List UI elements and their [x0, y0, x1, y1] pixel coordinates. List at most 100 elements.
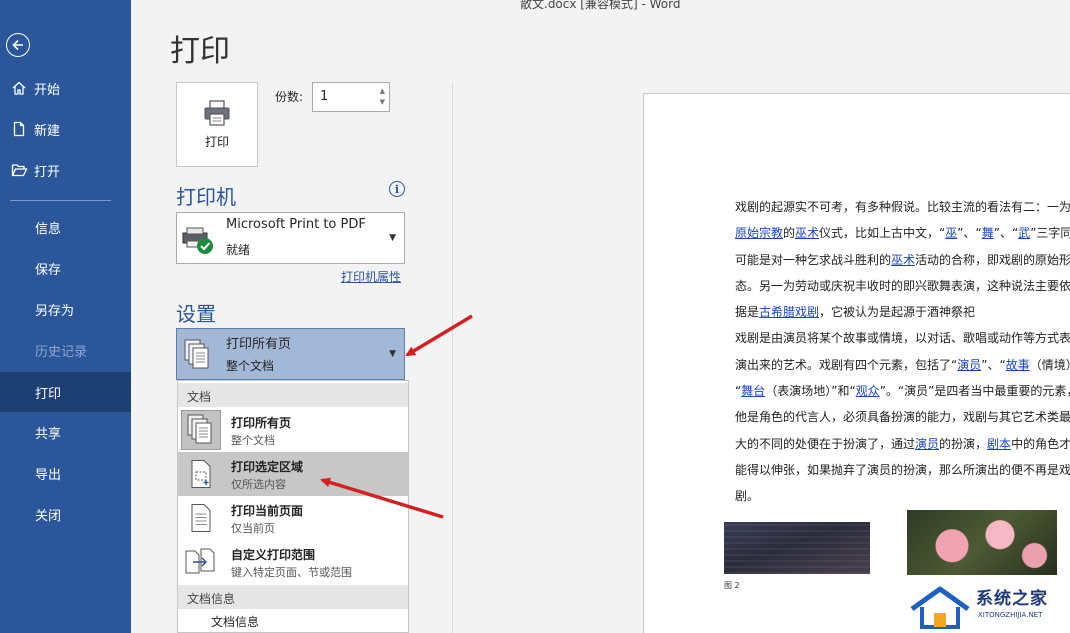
printer-properties-link[interactable]: 打印机属性 [341, 268, 401, 285]
menu-item-print-all[interactable]: 打印所有页 整个文档 [178, 408, 408, 452]
chevron-down-icon: ▼ [389, 349, 396, 359]
spin-up-icon[interactable]: ▲ [380, 86, 385, 97]
print-range-title: 打印所有页 [226, 337, 292, 352]
preview-text-run: （表演场地）”和“ [765, 384, 856, 399]
settings-section-title: 设置 [176, 302, 216, 326]
menu-header-document: 文档 [178, 383, 408, 407]
nav-history-label: 历史记录 [35, 344, 88, 360]
preview-hyperlink[interactable]: 观众 [856, 384, 880, 398]
menu-item-title: 打印当前页面 [231, 504, 304, 518]
preview-text-run: 中的角色才 [1011, 436, 1070, 451]
preview-hyperlink[interactable]: 武 [1018, 226, 1030, 240]
nav-close[interactable]: 关闭 [0, 494, 131, 534]
custom-range-icon [181, 542, 221, 582]
page-title: 打印 [170, 34, 230, 69]
watermark-text: 系统之家 [976, 589, 1048, 609]
preview-line: 他是角色的代言人，必须具备扮演的能力，戏剧与其它艺术类最 [735, 404, 1070, 430]
nav-info-label: 信息 [35, 221, 62, 237]
nav-save-as[interactable]: 另存为 [0, 289, 131, 329]
preview-line: 戏剧是由演员将某个故事或情境，以对话、歌唱或动作等方式表 [735, 325, 1070, 351]
nav-new-label: 新建 [34, 123, 61, 139]
nav-share-label: 共享 [35, 426, 62, 442]
preview-text-run: 戏剧是由演员将某个故事或情境，以对话、歌唱或动作等方式表 [735, 331, 1070, 346]
preview-text-run: ”、“ [981, 357, 1006, 372]
printer-ready-icon [182, 227, 213, 254]
copies-spinner[interactable]: ▲ ▼ [380, 86, 385, 108]
menu-item-print-selection[interactable]: 打印选定区域 仅所选内容 [178, 452, 408, 496]
preview-hyperlink[interactable]: 舞 [982, 226, 994, 240]
preview-hyperlink[interactable]: 巫术 [795, 226, 819, 240]
preview-line: 据是古希腊戏剧，它被认为是起源于酒神祭祀 [735, 299, 1070, 325]
nav-print[interactable]: 打印 [0, 372, 131, 412]
preview-hyperlink[interactable]: 原始宗教 [735, 226, 783, 240]
watermark-subtext: XITONGZHIJIA.NET [978, 611, 1043, 619]
preview-text-run: 仪式，比如上古中文，“ [819, 226, 946, 241]
menu-item-document-info[interactable]: 文档信息 [211, 613, 259, 630]
preview-line: “舞台（表演场地）”和“观众”。“演员”是四者当中最重要的元素， [735, 378, 1070, 404]
print-button[interactable]: 打印 [176, 82, 258, 167]
print-range-subtitle: 整个文档 [226, 359, 275, 373]
selection-page-icon [181, 454, 221, 494]
window-title: 散文.docx [兼容模式] - Word [520, 0, 681, 11]
preview-text-run: ”、“ [957, 226, 982, 241]
menu-item-subtitle: 仅当前页 [231, 522, 275, 535]
preview-hyperlink[interactable]: 巫术 [891, 253, 915, 267]
preview-text-run: 据是 [735, 305, 760, 320]
preview-line: 戏剧的起源实不可考，有多种假说。比较主流的看法有二：一为 [735, 194, 1070, 220]
preview-line: 大的不同的处便在于扮演了，通过演员的扮演，剧本中的角色才 [735, 431, 1070, 457]
nav-share[interactable]: 共享 [0, 412, 131, 452]
preview-line: 态。另一为劳动或庆祝丰收时的即兴歌舞表演，这种说法主要依 [735, 273, 1070, 299]
preview-hyperlink[interactable]: 古希腊戏剧 [759, 305, 819, 319]
preview-text-run: 戏剧的起源实不可考，有多种假说。比较主流的看法有二：一为 [735, 200, 1070, 214]
nav-open-label: 打开 [34, 164, 61, 180]
all-pages-icon [184, 339, 209, 369]
copies-label: 份数: [275, 90, 304, 104]
copies-input[interactable]: 1 ▲ ▼ [312, 82, 390, 112]
preview-hyperlink[interactable]: 舞台 [741, 384, 765, 398]
nav-history: 历史记录 [0, 330, 131, 370]
chevron-down-icon: ▼ [389, 233, 396, 243]
preview-hyperlink[interactable]: 剧本 [987, 437, 1011, 451]
nav-home-label: 开始 [34, 82, 61, 98]
current-page-icon [181, 498, 221, 538]
spin-down-icon[interactable]: ▼ [380, 97, 385, 108]
nav-home[interactable]: 开始 [0, 68, 131, 108]
print-preview-page: 戏剧的起源实不可考，有多种假说。比较主流的看法有二：一为 原始宗教的巫术仪式，比如… [643, 93, 1070, 633]
preview-hyperlink[interactable]: 巫 [945, 226, 957, 240]
nav-new[interactable]: 新建 [0, 109, 131, 149]
printer-icon [204, 100, 230, 126]
preview-line: 可能是对一种乞求战斗胜利的巫术活动的合称，即戏剧的原始形 [735, 247, 1070, 273]
nav-save-label: 保存 [35, 262, 62, 278]
copies-value: 1 [320, 89, 329, 104]
nav-info[interactable]: 信息 [0, 207, 131, 247]
preview-caption: 图 2 [724, 581, 740, 590]
preview-text-run: 能得以伸张，如果抛弃了演员的扮演，那么所演出的便不再是戏 [735, 462, 1070, 477]
printer-section-title: 打印机 [176, 185, 236, 209]
menu-item-custom-range[interactable]: 自定义打印范围 键入特定页面、节或范围 [178, 540, 408, 584]
menu-item-print-current-page[interactable]: 打印当前页面 仅当前页 [178, 496, 408, 540]
preview-hyperlink[interactable]: 演员 [915, 437, 939, 451]
preview-text-run: （情境）”、 [1029, 357, 1070, 372]
nav-save[interactable]: 保存 [0, 248, 131, 288]
nav-open[interactable]: 打开 [0, 150, 131, 190]
preview-text-run: 态。另一为劳动或庆祝丰收时的即兴歌舞表演，这种说法主要依 [735, 278, 1070, 293]
back-button[interactable] [6, 33, 30, 57]
preview-line: 演出来的艺术。戏剧有四个元素，包括了“演员”、“故事（情境）”、 [735, 352, 1070, 378]
home-icon [0, 80, 34, 96]
menu-header-docinfo: 文档信息 [178, 585, 408, 609]
menu-item-subtitle: 仅所选内容 [231, 478, 286, 491]
preview-text-run: 的 [783, 226, 796, 241]
nav-save-as-label: 另存为 [35, 303, 75, 319]
preview-image-2 [907, 510, 1057, 575]
new-document-icon [0, 121, 34, 137]
info-icon[interactable]: i [389, 181, 405, 197]
preview-hyperlink[interactable]: 故事 [1006, 358, 1030, 372]
preview-text-run: 他是角色的代言人，必须具备扮演的能力，戏剧与其它艺术类最 [735, 410, 1070, 425]
nav-export[interactable]: 导出 [0, 453, 131, 493]
preview-text-run: 演出来的艺术。戏剧有四个元素，包括了“ [735, 357, 958, 372]
preview-text-run: ”、“ [993, 226, 1019, 241]
preview-text-run: 大的不同的处便在于扮演了，通过 [735, 436, 916, 451]
print-range-select[interactable]: 打印所有页 整个文档 ▼ [176, 328, 405, 380]
preview-hyperlink[interactable]: 演员 [957, 358, 981, 372]
printer-select[interactable]: Microsoft Print to PDF 就绪 ▼ [176, 212, 405, 264]
